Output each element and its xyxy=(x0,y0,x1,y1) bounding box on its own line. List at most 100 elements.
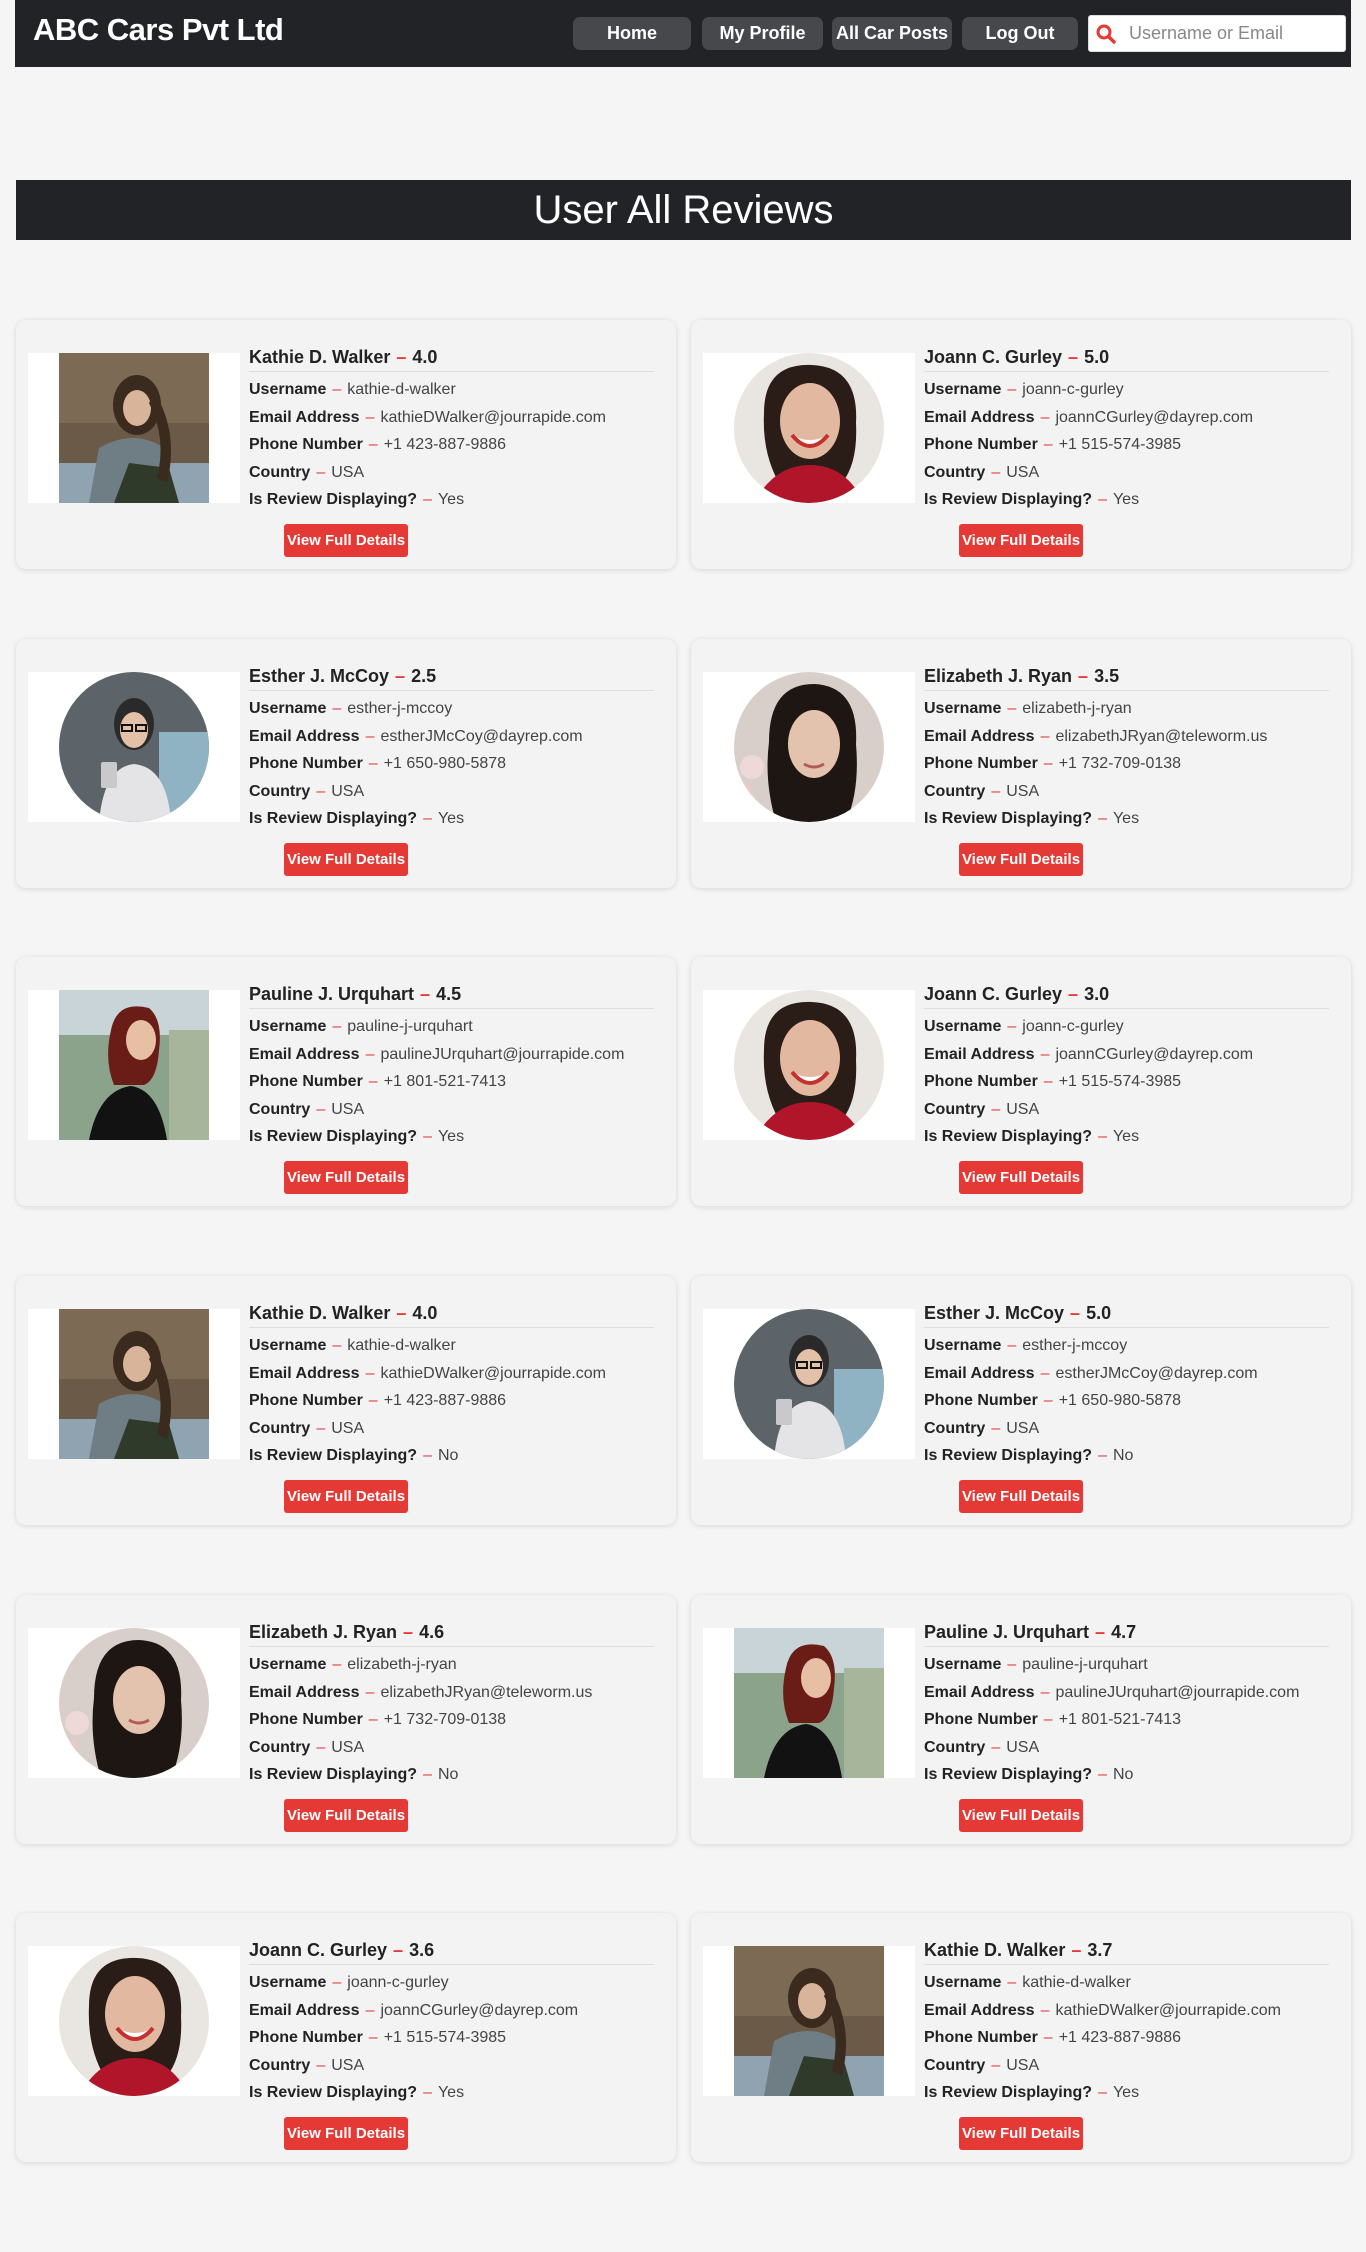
country-row: Country – USA xyxy=(924,1415,1329,1443)
phone-value: +1 801-521-7413 xyxy=(383,1073,507,1090)
view-full-details-button[interactable]: View Full Details xyxy=(959,1799,1083,1832)
username-value: kathie-d-walker xyxy=(1022,1974,1131,1991)
username-label: Username xyxy=(249,1974,327,1991)
email-label: Email Address xyxy=(924,408,1035,426)
email-row: Email Address – estherJMcCoy@dayrep.com xyxy=(249,723,654,751)
view-full-details-button[interactable]: View Full Details xyxy=(284,1161,408,1194)
username-label: Username xyxy=(249,1018,327,1035)
search-icon[interactable] xyxy=(1089,15,1123,52)
country-row: Country – USA xyxy=(924,459,1329,487)
username-value: esther-j-mccoy xyxy=(1022,1337,1128,1354)
country-row: Country – USA xyxy=(249,778,654,806)
user-photo xyxy=(734,1946,884,2096)
separator: – xyxy=(423,1447,432,1464)
view-full-details-button[interactable]: View Full Details xyxy=(959,843,1083,876)
avatar-image xyxy=(734,990,884,1140)
country-label: Country xyxy=(249,1738,311,1756)
view-full-details-button[interactable]: View Full Details xyxy=(284,1799,408,1832)
review-rating: 5.0 xyxy=(1084,347,1110,367)
photo-frame xyxy=(703,990,915,1140)
review-card: Joann C. Gurley –3.0 Username – joann-c-gur… xyxy=(691,957,1351,1206)
separator: – xyxy=(423,2084,432,2101)
country-value: USA xyxy=(331,463,365,481)
email-label: Email Address xyxy=(924,2001,1035,2019)
username-value: pauline-j-urquhart xyxy=(1022,1656,1148,1673)
view-full-details-button[interactable]: View Full Details xyxy=(959,1480,1083,1513)
separator: – xyxy=(1040,2001,1050,2019)
review-rating: 3.7 xyxy=(1087,1940,1113,1960)
review-card: Joann C. Gurley –3.6 Username – joann-c-gur… xyxy=(16,1913,676,2162)
view-full-details-button[interactable]: View Full Details xyxy=(959,524,1083,557)
phone-value: +1 423-887-9886 xyxy=(383,436,507,453)
separator: – xyxy=(1043,436,1053,453)
reviewer-name: Joann C. Gurley xyxy=(924,347,1063,367)
email-value: paulineJUrquhart@jourrapide.com xyxy=(1055,1683,1300,1701)
separator: – xyxy=(423,1128,432,1145)
displaying-row: Is Review Displaying? – No xyxy=(249,1761,654,1789)
view-full-details-button[interactable]: View Full Details xyxy=(284,2117,408,2150)
separator: – xyxy=(1043,2029,1053,2046)
email-row: Email Address – elizabethJRyan@teleworm.us xyxy=(924,723,1329,751)
separator: – xyxy=(423,1766,432,1783)
review-rating: 3.6 xyxy=(409,1940,435,1960)
phone-label: Phone Number xyxy=(249,1711,363,1728)
displaying-row: Is Review Displaying? – Yes xyxy=(249,2079,654,2107)
country-row: Country – USA xyxy=(249,459,654,487)
view-full-details-button[interactable]: View Full Details xyxy=(284,843,408,876)
separator: – xyxy=(396,1303,407,1323)
brand-logo[interactable]: ABC Cars Pvt Ltd xyxy=(33,12,284,48)
username-label: Username xyxy=(924,1337,1002,1354)
nav-logout-button[interactable]: Log Out xyxy=(962,17,1078,50)
country-row: Country – USA xyxy=(249,2052,654,2080)
displaying-value: No xyxy=(1112,1766,1134,1783)
country-value: USA xyxy=(1006,782,1040,800)
email-label: Email Address xyxy=(249,2001,360,2019)
reviewer-name-line: Kathie D. Walker –4.0 xyxy=(249,1298,654,1328)
review-rating: 4.0 xyxy=(412,347,438,367)
nav-all-car-posts-button[interactable]: All Car Posts xyxy=(832,17,952,50)
username-row: Username – kathie-d-walker xyxy=(924,1969,1329,1997)
country-value: USA xyxy=(331,1100,365,1118)
review-rating: 3.5 xyxy=(1094,666,1120,686)
phone-value: +1 423-887-9886 xyxy=(383,1392,507,1409)
separator: – xyxy=(1043,1392,1053,1409)
photo-frame xyxy=(703,1628,915,1778)
phone-value: +1 423-887-9886 xyxy=(1058,2029,1182,2046)
separator: – xyxy=(368,755,378,772)
username-label: Username xyxy=(249,1656,327,1673)
displaying-row: Is Review Displaying? – No xyxy=(924,1442,1329,1470)
phone-value: +1 515-574-3985 xyxy=(383,2029,507,2046)
separator: – xyxy=(991,1738,1001,1756)
separator: – xyxy=(423,491,432,508)
navbar: ABC Cars Pvt Ltd Home My Profile All Car… xyxy=(15,0,1351,67)
view-full-details-button[interactable]: View Full Details xyxy=(959,1161,1083,1194)
phone-row: Phone Number – +1 650-980-5878 xyxy=(249,750,654,778)
view-full-details-button[interactable]: View Full Details xyxy=(284,1480,408,1513)
displaying-row: Is Review Displaying? – Yes xyxy=(924,1123,1329,1151)
avatar-image xyxy=(59,1946,209,2096)
country-label: Country xyxy=(924,1100,986,1118)
email-value: joannCGurley@dayrep.com xyxy=(1055,408,1254,426)
phone-row: Phone Number – +1 423-887-9886 xyxy=(924,2024,1329,2052)
photo-frame xyxy=(28,1946,240,2096)
reviewer-name: Pauline J. Urquhart xyxy=(924,1622,1090,1642)
review-info: Esther J. McCoy –2.5 Username – esther-j-mc… xyxy=(249,661,654,833)
search-input[interactable]: Username or Email xyxy=(1088,15,1346,52)
separator: – xyxy=(316,2056,326,2074)
separator: – xyxy=(368,2029,378,2046)
photo-frame xyxy=(703,1309,915,1459)
phone-label: Phone Number xyxy=(249,2029,363,2046)
separator: – xyxy=(991,1100,1001,1118)
phone-row: Phone Number – +1 801-521-7413 xyxy=(249,1068,654,1096)
search-placeholder: Username or Email xyxy=(1129,23,1284,43)
nav-my-profile-button[interactable]: My Profile xyxy=(702,17,823,50)
view-full-details-button[interactable]: View Full Details xyxy=(284,524,408,557)
username-row: Username – kathie-d-walker xyxy=(249,376,654,404)
view-full-details-button[interactable]: View Full Details xyxy=(959,2117,1083,2150)
displaying-row: Is Review Displaying? – No xyxy=(924,1761,1329,1789)
username-label: Username xyxy=(249,381,327,398)
reviewer-name: Elizabeth J. Ryan xyxy=(249,1622,398,1642)
separator: – xyxy=(395,666,406,686)
nav-home-button[interactable]: Home xyxy=(573,17,691,50)
user-photo xyxy=(59,990,209,1140)
